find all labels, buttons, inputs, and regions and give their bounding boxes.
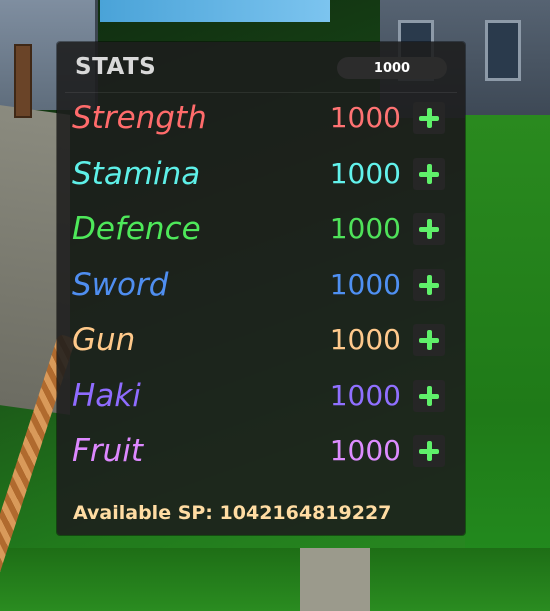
add-sword-button[interactable]	[413, 269, 445, 301]
add-stamina-button[interactable]	[413, 158, 445, 190]
sky-background	[100, 0, 330, 22]
title-divider	[65, 92, 457, 93]
points-amount-input[interactable]	[340, 59, 444, 77]
plus-icon	[417, 328, 441, 352]
game-scene: STATS Strength 1000 Stamina 1000 Defence 1000…	[0, 0, 550, 611]
stat-value: 1000	[329, 268, 401, 301]
path-bottom	[300, 548, 370, 611]
available-sp-value: 1042164819227	[219, 502, 392, 524]
building-window	[485, 20, 521, 81]
points-amount-box[interactable]	[337, 57, 447, 79]
stat-value: 1000	[329, 101, 401, 134]
fence-post	[14, 44, 32, 118]
available-sp: Available SP: 1042164819227	[73, 502, 391, 524]
stat-value: 1000	[329, 323, 401, 356]
plus-icon	[417, 217, 441, 241]
grass-bottom	[0, 548, 550, 611]
stat-row-gun: Gun 1000	[57, 317, 465, 363]
stat-name: Strength	[72, 100, 207, 136]
stat-name: Gun	[72, 322, 136, 358]
stat-name: Fruit	[72, 433, 143, 469]
plus-icon	[417, 106, 441, 130]
stat-row-defence: Defence 1000	[57, 206, 465, 252]
stat-name: Haki	[72, 378, 141, 414]
stats-panel: STATS Strength 1000 Stamina 1000 Defence 1000…	[57, 42, 465, 535]
stat-row-fruit: Fruit 1000	[57, 428, 465, 474]
add-strength-button[interactable]	[413, 102, 445, 134]
stat-row-haki: Haki 1000	[57, 373, 465, 419]
stat-name: Stamina	[72, 156, 201, 192]
stat-row-strength: Strength 1000	[57, 95, 465, 141]
stat-row-sword: Sword 1000	[57, 262, 465, 308]
plus-icon	[417, 162, 441, 186]
stat-value: 1000	[329, 157, 401, 190]
add-fruit-button[interactable]	[413, 435, 445, 467]
plus-icon	[417, 384, 441, 408]
add-gun-button[interactable]	[413, 324, 445, 356]
plus-icon	[417, 273, 441, 297]
stat-row-stamina: Stamina 1000	[57, 151, 465, 197]
stat-value: 1000	[329, 434, 401, 467]
add-defence-button[interactable]	[413, 213, 445, 245]
plus-icon	[417, 439, 441, 463]
stat-value: 1000	[329, 212, 401, 245]
stat-value: 1000	[329, 379, 401, 412]
grass-right	[465, 115, 550, 611]
available-sp-label: Available SP:	[73, 502, 213, 524]
stat-name: Sword	[72, 267, 169, 303]
stats-title: STATS	[75, 54, 157, 80]
add-haki-button[interactable]	[413, 380, 445, 412]
stat-name: Defence	[72, 211, 201, 247]
